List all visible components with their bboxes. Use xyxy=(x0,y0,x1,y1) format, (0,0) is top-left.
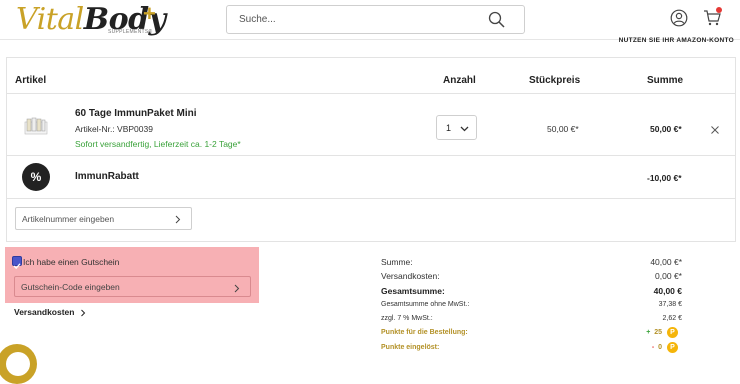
grand-total-label: Gesamtsumme: xyxy=(381,286,445,296)
rebate-value: -10,00 €* xyxy=(647,173,682,183)
cart-table: Artikel Anzahl Stückpreis Summe 60 Tage … xyxy=(6,57,736,242)
logo-plus: + xyxy=(143,1,156,26)
chevron-right-icon[interactable] xyxy=(174,215,181,224)
divider xyxy=(7,198,735,199)
close-icon[interactable] xyxy=(711,126,719,134)
column-article: Artikel xyxy=(15,75,47,86)
points-coin-icon: P xyxy=(667,327,678,338)
chevron-down-icon xyxy=(460,126,469,132)
article-number-placeholder: Artikelnummer eingeben xyxy=(22,214,115,224)
divider xyxy=(7,155,735,156)
voucher-code-placeholder: Gutschein-Code eingeben xyxy=(21,282,120,292)
logo-subtitle: SUPPLEMENTS® xyxy=(108,29,153,35)
account-icon[interactable] xyxy=(670,9,688,27)
line-total: 50,00 €* xyxy=(650,124,682,134)
net-total-label: Gesamtsumme ohne MwSt.: xyxy=(381,301,470,308)
chevron-right-icon[interactable] xyxy=(233,284,240,293)
sum-value: 40,00 €* xyxy=(650,257,682,267)
net-total-value: 37,38 € xyxy=(658,301,682,308)
chevron-right-icon[interactable] xyxy=(80,309,86,317)
percent-icon: % xyxy=(22,163,50,191)
voucher-code-input[interactable]: Gutschein-Code eingeben xyxy=(14,276,251,297)
quantity-select[interactable]: 1 xyxy=(436,115,477,140)
checkmark-icon xyxy=(13,263,21,270)
cart-badge xyxy=(716,7,722,13)
product-sku: Artikel-Nr.: VBP0039 xyxy=(75,124,153,134)
column-total: Summe xyxy=(647,75,684,86)
floating-widget-inner xyxy=(6,352,30,376)
vat-value: 2,62 € xyxy=(662,315,682,322)
points-redeemed-value: - 0 xyxy=(651,344,662,351)
column-qty: Anzahl xyxy=(443,75,476,86)
article-number-input[interactable]: Artikelnummer eingeben xyxy=(15,207,192,230)
column-unit-price: Stückpreis xyxy=(529,75,581,86)
shipping-costs-link[interactable]: Versandkosten xyxy=(14,307,74,317)
points-order-label: Punkte für die Bestellung: xyxy=(381,329,468,336)
voucher-checkbox-label[interactable]: Ich habe einen Gutschein xyxy=(23,257,119,267)
product-image[interactable] xyxy=(23,116,49,136)
search-placeholder: Suche... xyxy=(239,14,276,25)
sum-label: Summe: xyxy=(381,257,413,267)
vitalbody-logo[interactable]: VitalBody + SUPPLEMENTS® xyxy=(16,1,166,37)
amazon-login-link[interactable]: NUTZEN SIE IHR AMAZON-KONTO xyxy=(619,37,734,44)
vat-label: zzgl. 7 % MwSt.: xyxy=(381,315,433,322)
rebate-name: ImmunRabatt xyxy=(75,171,139,182)
shipping-label: Versandkosten: xyxy=(381,271,440,281)
divider xyxy=(6,241,736,242)
voucher-checkbox[interactable] xyxy=(12,256,22,270)
points-order-value: + 25 xyxy=(646,329,662,336)
product-delivery-status: Sofort versandfertig, Lieferzeit ca. 1-2… xyxy=(75,139,241,149)
divider xyxy=(7,93,735,94)
grand-total-value: 40,00 € xyxy=(653,286,682,296)
points-redeemed-label: Punkte eingelöst: xyxy=(381,344,440,351)
shipping-value: 0,00 €* xyxy=(655,271,682,281)
unit-price: 50,00 €* xyxy=(547,124,579,134)
quantity-value: 1 xyxy=(446,123,452,133)
search-input[interactable]: Suche... xyxy=(226,5,525,34)
site-header: VitalBody + SUPPLEMENTS® Suche... xyxy=(0,0,740,40)
search-icon[interactable] xyxy=(488,11,506,29)
product-name[interactable]: 60 Tage ImmunPaket Mini xyxy=(75,108,197,119)
points-coin-icon: P xyxy=(667,342,678,353)
